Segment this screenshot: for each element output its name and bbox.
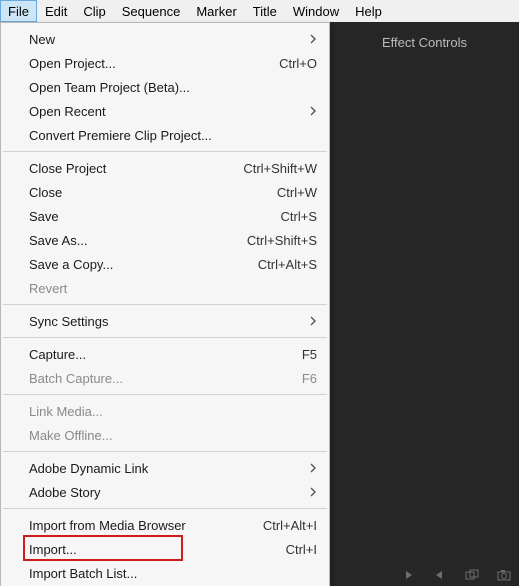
file-menu-import-media-browser[interactable]: Import from Media Browser Ctrl+Alt+I <box>1 513 329 537</box>
menubar-marker[interactable]: Marker <box>188 0 244 22</box>
menubar-title[interactable]: Title <box>245 0 285 22</box>
menu-separator <box>3 394 327 395</box>
file-menu-open-team-project-label: Open Team Project (Beta)... <box>29 80 317 95</box>
menubar-help-label: Help <box>355 4 382 19</box>
file-menu-new-label: New <box>29 32 293 47</box>
file-menu-dynamic-link-label: Adobe Dynamic Link <box>29 461 293 476</box>
file-menu-open-team-project[interactable]: Open Team Project (Beta)... <box>1 75 329 99</box>
file-menu-adobe-story[interactable]: Adobe Story <box>1 480 329 504</box>
menubar-file-label: File <box>8 4 29 19</box>
file-menu-close-label: Close <box>29 185 225 200</box>
file-menu-save-copy-shortcut: Ctrl+Alt+S <box>237 257 317 272</box>
file-menu-save-label: Save <box>29 209 225 224</box>
file-menu-capture-label: Capture... <box>29 347 225 362</box>
file-menu-convert-clip[interactable]: Convert Premiere Clip Project... <box>1 123 329 147</box>
file-menu-save-shortcut: Ctrl+S <box>237 209 317 224</box>
file-menu-close-project[interactable]: Close Project Ctrl+Shift+W <box>1 156 329 180</box>
menubar-title-label: Title <box>253 4 277 19</box>
file-menu-link-media[interactable]: Link Media... <box>1 399 329 423</box>
menubar-clip[interactable]: Clip <box>75 0 113 22</box>
file-menu-open-project[interactable]: Open Project... Ctrl+O <box>1 51 329 75</box>
menubar-window-label: Window <box>293 4 339 19</box>
file-menu-sync-settings-label: Sync Settings <box>29 314 293 329</box>
file-menu-make-offline-label: Make Offline... <box>29 428 317 443</box>
menu-separator <box>3 304 327 305</box>
file-menu-import-media-browser-shortcut: Ctrl+Alt+I <box>237 518 317 533</box>
file-menu-revert-label: Revert <box>29 281 317 296</box>
file-menu-save-as-shortcut: Ctrl+Shift+S <box>237 233 317 248</box>
menu-separator <box>3 451 327 452</box>
submenu-arrow-icon <box>305 487 317 497</box>
menubar-marker-label: Marker <box>196 4 236 19</box>
step-back-icon[interactable] <box>433 568 447 582</box>
export-frame-icon[interactable] <box>465 568 479 582</box>
bottom-icon-strip <box>401 568 511 582</box>
file-menu-close-shortcut: Ctrl+W <box>237 185 317 200</box>
file-menu-batch-capture-shortcut: F6 <box>237 371 317 386</box>
file-menu-import-media-browser-label: Import from Media Browser <box>29 518 225 533</box>
file-menu-save-copy-label: Save a Copy... <box>29 257 225 272</box>
menubar-file[interactable]: File <box>0 0 37 22</box>
menubar-window[interactable]: Window <box>285 0 347 22</box>
file-menu-open-project-label: Open Project... <box>29 56 225 71</box>
panel-tab-effect-controls[interactable]: Effect Controls <box>340 22 509 62</box>
file-menu-dynamic-link[interactable]: Adobe Dynamic Link <box>1 456 329 480</box>
file-menu-close-project-label: Close Project <box>29 161 225 176</box>
file-menu-dropdown: New Open Project... Ctrl+O Open Team Pro… <box>0 22 330 586</box>
menubar-edit[interactable]: Edit <box>37 0 75 22</box>
submenu-arrow-icon <box>305 316 317 326</box>
submenu-arrow-icon <box>305 106 317 116</box>
menubar-edit-label: Edit <box>45 4 67 19</box>
menu-separator <box>3 337 327 338</box>
menu-separator <box>3 151 327 152</box>
file-menu-make-offline[interactable]: Make Offline... <box>1 423 329 447</box>
file-menu-adobe-story-label: Adobe Story <box>29 485 293 500</box>
file-menu-import[interactable]: Import... Ctrl+I <box>1 537 329 561</box>
file-menu-capture[interactable]: Capture... F5 <box>1 342 329 366</box>
file-menu-save[interactable]: Save Ctrl+S <box>1 204 329 228</box>
submenu-arrow-icon <box>305 463 317 473</box>
file-menu-new[interactable]: New <box>1 27 329 51</box>
file-menu-sync-settings[interactable]: Sync Settings <box>1 309 329 333</box>
menubar-sequence[interactable]: Sequence <box>114 0 189 22</box>
file-menu-revert[interactable]: Revert <box>1 276 329 300</box>
panel-tab-effect-controls-label: Effect Controls <box>382 35 467 50</box>
file-menu-close-project-shortcut: Ctrl+Shift+W <box>237 161 317 176</box>
menubar: File Edit Clip Sequence Marker Title Win… <box>0 0 519 22</box>
file-menu-save-as[interactable]: Save As... Ctrl+Shift+S <box>1 228 329 252</box>
file-menu-import-batch-list-label: Import Batch List... <box>29 566 317 581</box>
app-window: File Edit Clip Sequence Marker Title Win… <box>0 0 519 586</box>
file-menu-import-batch-list[interactable]: Import Batch List... <box>1 561 329 585</box>
file-menu-save-copy[interactable]: Save a Copy... Ctrl+Alt+S <box>1 252 329 276</box>
file-menu-open-recent[interactable]: Open Recent <box>1 99 329 123</box>
file-menu-batch-capture[interactable]: Batch Capture... F6 <box>1 366 329 390</box>
menu-separator <box>3 508 327 509</box>
file-menu-close[interactable]: Close Ctrl+W <box>1 180 329 204</box>
file-menu-save-as-label: Save As... <box>29 233 225 248</box>
file-menu-open-project-shortcut: Ctrl+O <box>237 56 317 71</box>
submenu-arrow-icon <box>305 34 317 44</box>
file-menu-batch-capture-label: Batch Capture... <box>29 371 225 386</box>
go-to-in-icon[interactable] <box>401 568 415 582</box>
file-menu-link-media-label: Link Media... <box>29 404 317 419</box>
menubar-help[interactable]: Help <box>347 0 390 22</box>
menubar-clip-label: Clip <box>83 4 105 19</box>
file-menu-import-shortcut: Ctrl+I <box>237 542 317 557</box>
file-menu-convert-clip-label: Convert Premiere Clip Project... <box>29 128 317 143</box>
file-menu-capture-shortcut: F5 <box>237 347 317 362</box>
menubar-sequence-label: Sequence <box>122 4 181 19</box>
file-menu-open-recent-label: Open Recent <box>29 104 293 119</box>
camera-icon[interactable] <box>497 568 511 582</box>
file-menu-import-label: Import... <box>29 542 225 557</box>
